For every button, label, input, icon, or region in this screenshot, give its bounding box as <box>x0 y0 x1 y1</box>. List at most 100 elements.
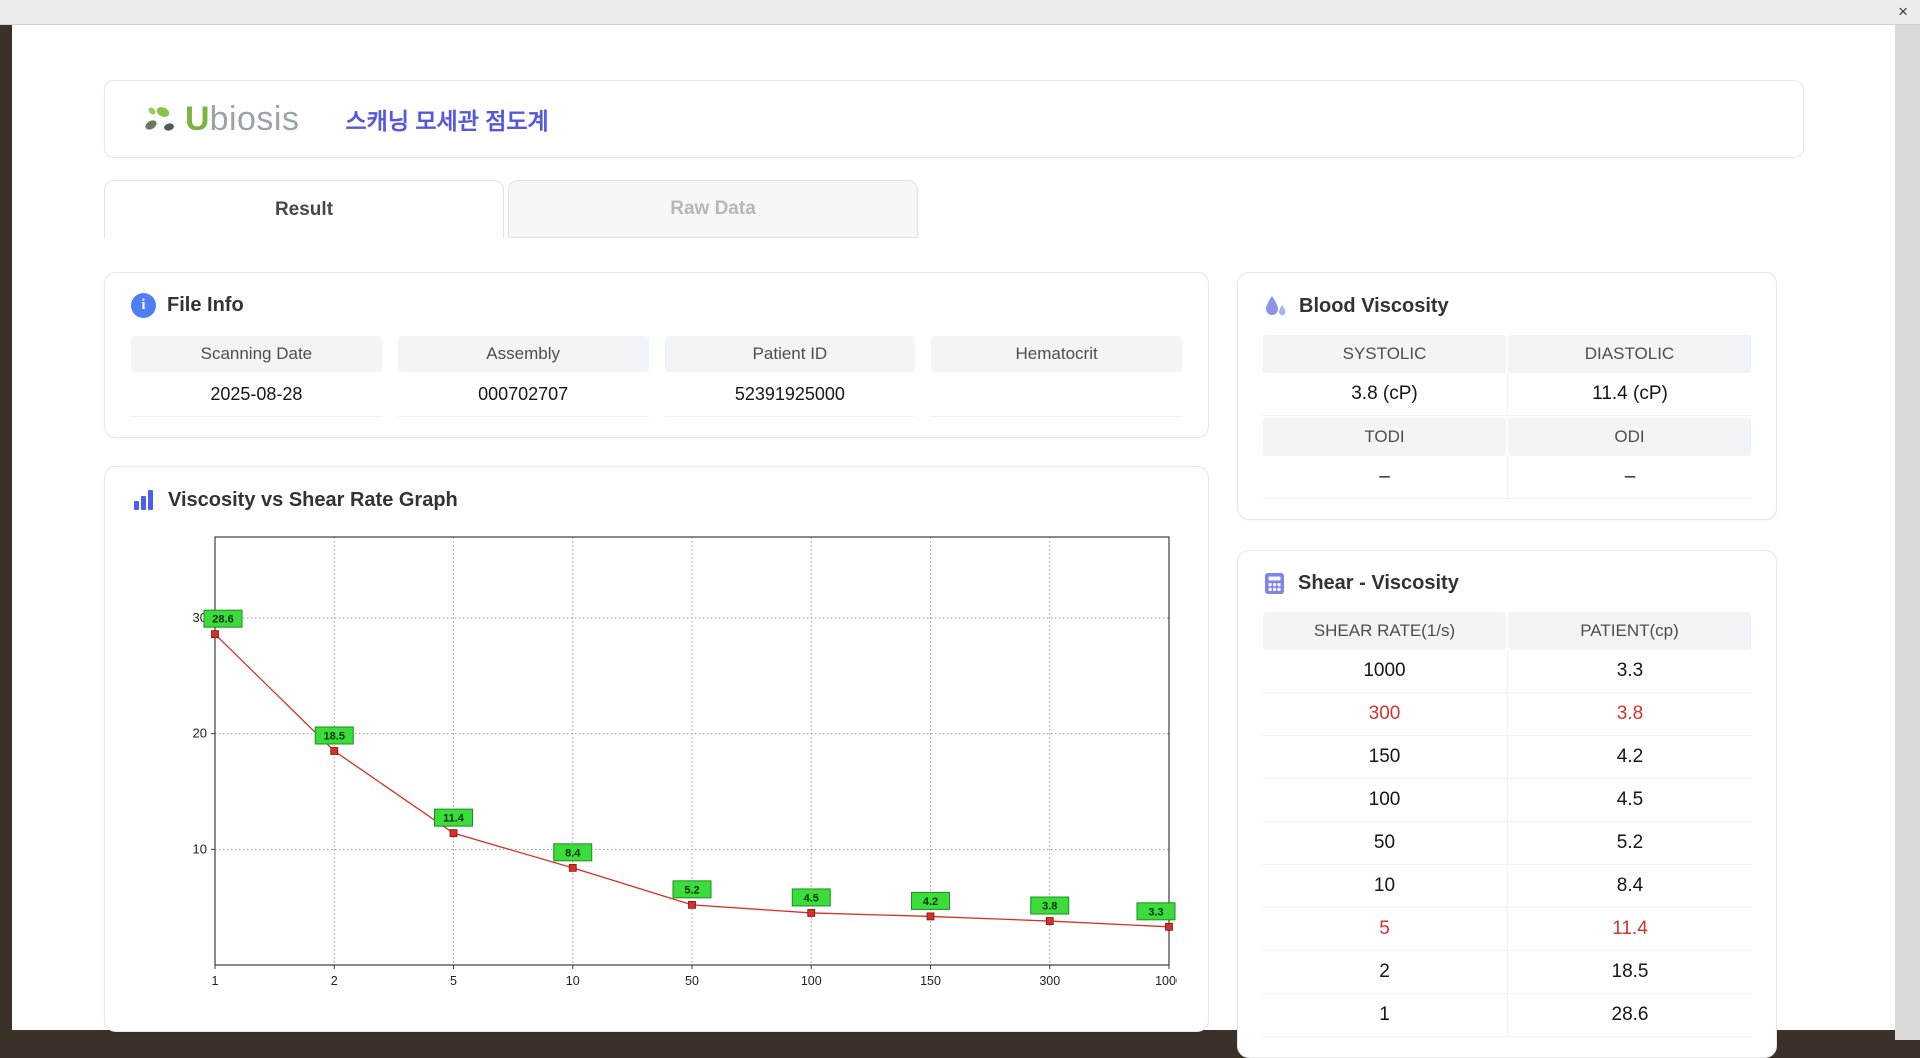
viscosity-graph-card: Viscosity vs Shear Rate Graph 10 20 30 1 2 5 1… <box>104 466 1209 1032</box>
field-scanning-date: Scanning Date 2025-08-28 <box>131 336 382 417</box>
blood-viscosity-table: SYSTOLIC DIASTOLIC 3.8 (cP) 11.4 (cP) TO… <box>1262 335 1752 499</box>
field-assembly: Assembly 000702707 <box>397 336 649 417</box>
table-row: 5 11.4 <box>1262 908 1752 951</box>
blood-viscosity-card: Blood Viscosity SYSTOLIC DIASTOLIC 3.8 (… <box>1237 272 1777 520</box>
shear-rate-cell: 100 <box>1368 789 1401 810</box>
field-label: Hematocrit <box>931 336 1182 372</box>
svg-text:3.8: 3.8 <box>1042 901 1057 913</box>
patient-value-cell: 5.2 <box>1507 822 1752 864</box>
ubiosis-logo: Ubiosis <box>139 99 300 139</box>
table-row: – – <box>1262 456 1752 499</box>
svg-text:5.2: 5.2 <box>684 884 699 896</box>
patient-value-cell: 3.8 <box>1507 693 1752 735</box>
tab-result[interactable]: Result <box>104 180 504 238</box>
logo-letter-u: U <box>185 99 210 138</box>
table-row: 300 3.8 <box>1262 693 1752 736</box>
field-label: Scanning Date <box>131 336 382 372</box>
svg-text:50: 50 <box>685 974 699 988</box>
shear-rate-cell: 10 <box>1373 875 1396 896</box>
svg-text:11.4: 11.4 <box>443 813 465 825</box>
diastolic-value: 11.4 (cP) <box>1507 373 1752 415</box>
file-info-title: File Info <box>167 294 244 316</box>
svg-text:20: 20 <box>193 726 207 741</box>
tab-raw-data[interactable]: Raw Data <box>508 180 918 238</box>
patient-value-cell: 11.4 <box>1507 908 1752 950</box>
blood-viscosity-title: Blood Viscosity <box>1299 294 1449 317</box>
svg-text:4.2: 4.2 <box>923 896 938 908</box>
odi-value: – <box>1507 456 1752 498</box>
todi-value: – <box>1379 466 1390 487</box>
shear-rate-cell: 5 <box>1379 918 1390 939</box>
window-titlebar: × <box>0 0 1920 25</box>
shear-viscosity-table: SHEAR RATE(1/s) PATIENT(cp) 1000 3.3 300… <box>1262 612 1752 1037</box>
header-patient: PATIENT(cp) <box>1508 612 1751 650</box>
close-icon[interactable]: × <box>1898 2 1908 22</box>
shear-viscosity-card: Shear - Viscosity SHEAR RATE(1/s) PATIEN… <box>1237 550 1777 1058</box>
field-value: 2025-08-28 <box>131 372 382 417</box>
svg-text:8.4: 8.4 <box>565 847 581 859</box>
bar-chart-icon <box>134 490 153 510</box>
table-row: 150 4.2 <box>1262 736 1752 779</box>
field-hematocrit: Hematocrit <box>931 336 1182 417</box>
header-todi: TODI <box>1263 418 1506 456</box>
app-window: Ubiosis 스캐닝 모세관 점도계 Result Raw Data i Fi… <box>12 24 1895 1058</box>
logo-text-rest: biosis <box>209 99 300 138</box>
file-info-card: i File Info Scanning Date 2025-08-28 Ass… <box>104 272 1209 438</box>
systolic-value: 3.8 (cP) <box>1351 383 1418 404</box>
water-drop-icon <box>1266 296 1286 316</box>
svg-text:3.3: 3.3 <box>1148 906 1163 918</box>
patient-value-cell: 28.6 <box>1507 994 1752 1036</box>
svg-text:4.5: 4.5 <box>804 892 819 904</box>
shear-rate-cell: 300 <box>1368 703 1401 724</box>
patient-value-cell: 18.5 <box>1507 951 1752 993</box>
field-value: 52391925000 <box>664 372 916 417</box>
header-systolic: SYSTOLIC <box>1263 335 1506 373</box>
patient-value-cell: 8.4 <box>1507 865 1752 907</box>
header-diastolic: DIASTOLIC <box>1508 335 1751 373</box>
table-row: 3.8 (cP) 11.4 (cP) <box>1262 373 1752 416</box>
svg-text:1000: 1000 <box>1155 974 1177 988</box>
svg-text:10: 10 <box>193 841 207 856</box>
svg-text:10: 10 <box>566 974 580 988</box>
shear-rate-cell: 1000 <box>1363 660 1406 681</box>
patient-value-cell: 4.2 <box>1507 736 1752 778</box>
svg-text:5: 5 <box>450 974 457 988</box>
app-title: 스캐닝 모세관 점도계 <box>345 108 549 134</box>
svg-text:28.6: 28.6 <box>212 614 233 626</box>
shear-viscosity-title: Shear - Viscosity <box>1298 572 1459 594</box>
field-label: Assembly <box>397 336 649 372</box>
table-header-row: SYSTOLIC DIASTOLIC <box>1262 335 1752 373</box>
tab-bar: Result Raw Data <box>104 180 1895 238</box>
svg-text:100: 100 <box>801 974 822 988</box>
field-patient-id: Patient ID 52391925000 <box>664 336 916 417</box>
svg-text:300: 300 <box>1039 974 1060 988</box>
svg-text:150: 150 <box>920 974 941 988</box>
shear-rate-cell: 50 <box>1373 832 1396 853</box>
header-card: Ubiosis 스캐닝 모세관 점도계 <box>104 80 1804 158</box>
field-value <box>931 372 1182 417</box>
table-row: 1 28.6 <box>1262 994 1752 1037</box>
logo-text: Ubiosis <box>185 100 300 139</box>
field-label: Patient ID <box>664 336 916 372</box>
graph-title: Viscosity vs Shear Rate Graph <box>168 488 458 511</box>
svg-text:1: 1 <box>212 974 219 988</box>
table-row: 10 8.4 <box>1262 865 1752 908</box>
info-icon: i <box>131 293 156 318</box>
chart-wrap: 1020301251050100150300100028.618.511.48.… <box>157 527 1183 1004</box>
table-row: 100 4.5 <box>1262 779 1752 822</box>
field-value: 000702707 <box>397 372 649 417</box>
svg-text:18.5: 18.5 <box>324 731 345 743</box>
header-odi: ODI <box>1508 418 1751 456</box>
shear-rate-cell: 1 <box>1379 1004 1390 1025</box>
table-row: 2 18.5 <box>1262 951 1752 994</box>
svg-text:2: 2 <box>331 974 338 988</box>
desktop-right-strip <box>1895 24 1920 1040</box>
viscosity-chart: 1020301251050100150300100028.618.511.48.… <box>193 536 1183 988</box>
table-row: 1000 3.3 <box>1262 650 1752 693</box>
shear-rate-cell: 150 <box>1368 746 1401 767</box>
calculator-icon <box>1265 573 1284 594</box>
shear-rate-cell: 2 <box>1379 961 1390 982</box>
table-header-row: SHEAR RATE(1/s) PATIENT(cp) <box>1262 612 1752 650</box>
leaf-logo-icon <box>145 107 174 131</box>
table-header-row: TODI ODI <box>1262 418 1752 456</box>
